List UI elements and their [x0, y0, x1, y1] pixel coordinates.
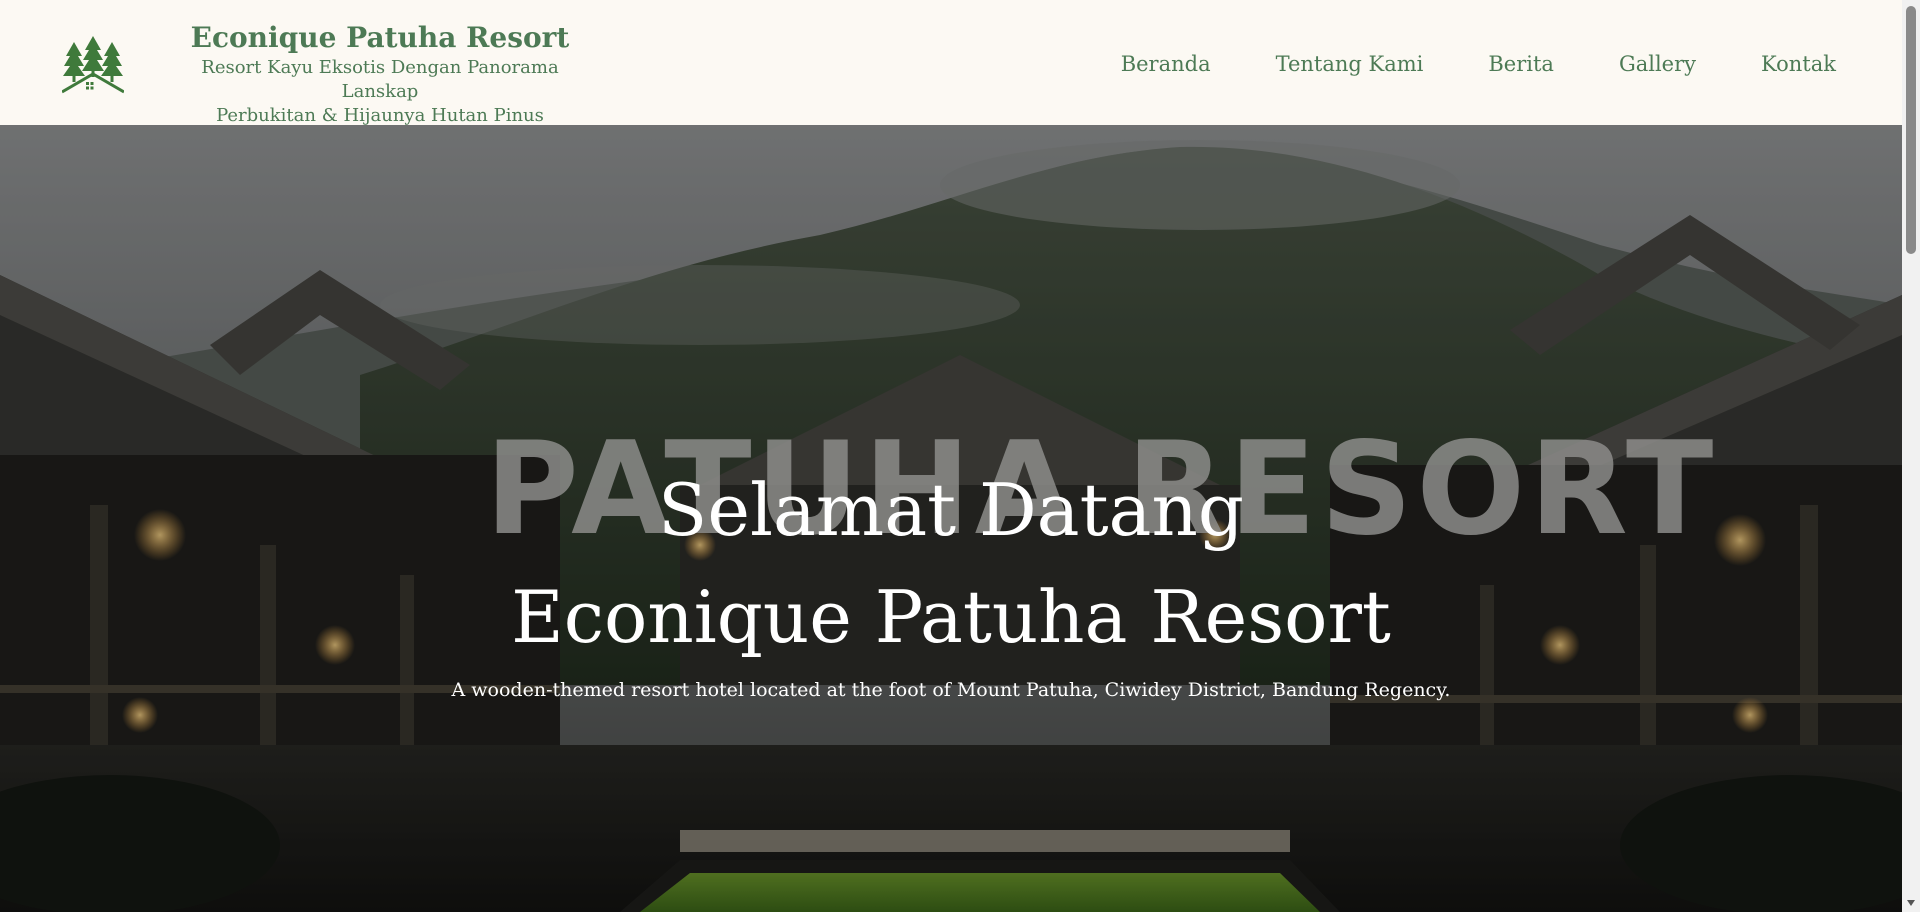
hero-title-line2: Econique Patuha Resort: [511, 575, 1391, 659]
hero-section: PATUHA RESORT Selamat Datang Econique Pa…: [0, 125, 1902, 912]
pine-trees-house-icon[interactable]: [62, 34, 124, 94]
nav-item-beranda[interactable]: Beranda: [1121, 50, 1211, 78]
scroll-down-arrow-icon[interactable]: [1907, 900, 1915, 906]
brand-tagline-line2: Perbukitan & Hijaunya Hutan Pinus: [216, 105, 544, 126]
site-header: Econique Patuha Resort Resort Kayu Eksot…: [0, 0, 1902, 128]
nav-item-kontak[interactable]: Kontak: [1761, 50, 1836, 78]
page: Econique Patuha Resort Resort Kayu Eksot…: [0, 0, 1920, 912]
scrollbar-thumb[interactable]: [1906, 6, 1916, 254]
brand-tagline-line1: Resort Kayu Eksotis Dengan Panorama Lans…: [201, 57, 559, 102]
main-nav: Beranda Tentang Kami Berita Gallery Kont…: [1056, 50, 1836, 78]
hero-title-line1: Selamat Datang: [658, 468, 1244, 552]
brand-name[interactable]: Econique Patuha Resort: [170, 20, 590, 56]
nav-item-tentang-kami[interactable]: Tentang Kami: [1276, 50, 1424, 78]
page-scrollbar[interactable]: [1902, 0, 1920, 912]
nav-item-berita[interactable]: Berita: [1488, 50, 1554, 78]
hero-subtitle: A wooden-themed resort hotel located at …: [451, 679, 1451, 701]
brand[interactable]: Econique Patuha Resort Resort Kayu Eksot…: [170, 20, 590, 128]
nav-item-gallery[interactable]: Gallery: [1619, 50, 1696, 78]
